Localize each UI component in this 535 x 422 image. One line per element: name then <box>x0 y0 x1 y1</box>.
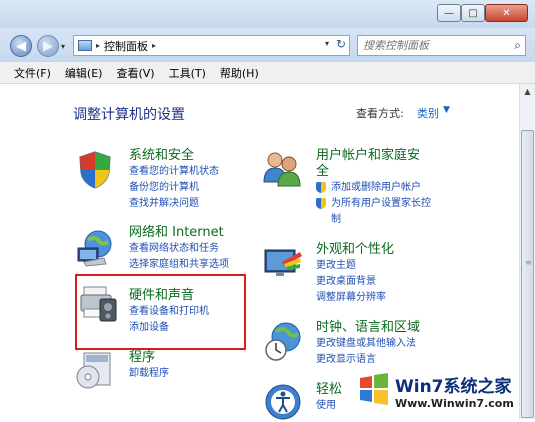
menu-view[interactable]: 查看(V) <box>116 65 154 81</box>
menu-file[interactable]: 文件(F) <box>14 65 51 81</box>
category-link[interactable]: 使用 <box>316 398 342 414</box>
address-bar[interactable]: ▸ 控制面板 ▸ ▾ ↻ <box>73 35 350 56</box>
address-row: ◀ ▶ ▾ ▸ 控制面板 ▸ ▾ ↻ ⌕ <box>0 28 535 62</box>
category-appearance: 外观和个性化 更改主题 更改桌面背景 调整屏幕分辨率 <box>316 242 394 306</box>
refresh-icon[interactable]: ↻ <box>336 37 346 51</box>
category-network-internet: 网络和 Internet 查看网络状态和任务 选择家庭组和共享选项 <box>129 225 229 273</box>
search-input[interactable] <box>358 36 503 55</box>
appearance-icon[interactable] <box>262 242 304 284</box>
category-link[interactable]: 查看网络状态和任务 <box>129 241 229 257</box>
ease-of-access-icon[interactable] <box>262 380 304 422</box>
watermark: Win7系统之家 Www.Winwin7.com <box>355 368 529 419</box>
forward-button[interactable]: ▶ <box>37 35 59 57</box>
menu-tools[interactable]: 工具(T) <box>169 65 206 81</box>
maximize-icon: □ <box>468 7 478 19</box>
menu-bar: 文件(F) 编辑(E) 查看(V) 工具(T) 帮助(H) <box>0 62 535 84</box>
network-internet-icon[interactable] <box>74 226 116 268</box>
category-link[interactable]: 更改显示语言 <box>316 352 420 368</box>
minimize-button[interactable]: — <box>437 4 461 22</box>
title-bar[interactable]: — □ ✕ <box>0 0 535 28</box>
category-title[interactable]: 网络和 Internet <box>129 225 229 241</box>
hardware-sound-highlight-box <box>75 274 246 350</box>
category-link[interactable]: 备份您的计算机 <box>129 180 219 196</box>
programs-icon[interactable] <box>74 349 116 391</box>
category-title[interactable]: 时钟、语言和区域 <box>316 320 420 336</box>
category-user-accounts: 用户帐户和家庭安 全 添加或删除用户帐户 为所有用户设置家长控 制 <box>316 148 431 228</box>
back-button[interactable]: ◀ <box>10 35 32 57</box>
category-link[interactable]: 更改主题 <box>316 258 394 274</box>
category-link[interactable]: 添加或删除用户帐户 <box>316 180 431 196</box>
menu-edit[interactable]: 编辑(E) <box>65 65 103 81</box>
category-title-cont[interactable]: 全 <box>316 164 431 180</box>
category-link[interactable]: 更改桌面背景 <box>316 274 394 290</box>
search-icon[interactable]: ⌕ <box>514 38 521 53</box>
menu-help[interactable]: 帮助(H) <box>220 65 259 81</box>
category-clock-language-region: 时钟、语言和区域 更改键盘或其他输入法 更改显示语言 <box>316 320 420 368</box>
search-box[interactable]: ⌕ <box>357 35 526 56</box>
category-ease-of-access: 轻松 使用 <box>316 382 342 414</box>
category-link[interactable]: 为所有用户设置家长控 <box>316 196 431 212</box>
scroll-up-icon[interactable]: ▲ <box>520 84 535 100</box>
category-link[interactable]: 卸载程序 <box>129 366 169 382</box>
category-title[interactable]: 系统和安全 <box>129 148 219 164</box>
user-accounts-icon[interactable] <box>261 148 303 190</box>
category-title[interactable]: 外观和个性化 <box>316 242 394 258</box>
watermark-text: Win7系统之家 <box>395 377 512 397</box>
close-icon: ✕ <box>502 7 511 19</box>
scrollbar-grip-icon: ≡ <box>525 258 532 267</box>
windows-logo-icon <box>360 373 388 405</box>
control-panel-window: — □ ✕ ◀ ▶ ▾ ▸ 控制面板 ▸ ▾ ↻ ⌕ 文件(F) 编辑(E) 查… <box>0 0 535 422</box>
category-programs: 程序 卸载程序 <box>129 350 169 382</box>
category-link[interactable]: 选择家庭组和共享选项 <box>129 257 229 273</box>
clock-language-region-icon[interactable] <box>262 320 304 362</box>
address-dropdown-icon[interactable]: ▾ <box>325 39 329 48</box>
category-link[interactable]: 查找并解决问题 <box>129 196 219 212</box>
category-link[interactable]: 更改键盘或其他输入法 <box>316 336 420 352</box>
category-link[interactable]: 查看您的计算机状态 <box>129 164 219 180</box>
breadcrumb-arrow-icon[interactable]: ▸ <box>152 41 156 50</box>
maximize-button[interactable]: □ <box>461 4 485 22</box>
close-button[interactable]: ✕ <box>485 4 528 22</box>
page-title: 调整计算机的设置 <box>73 107 185 123</box>
control-panel-icon <box>78 40 92 51</box>
category-title[interactable]: 程序 <box>129 350 169 366</box>
breadcrumb-arrow-icon[interactable]: ▸ <box>96 41 100 50</box>
category-link-cont[interactable]: 制 <box>316 212 431 228</box>
view-by-caret-icon[interactable]: ▼ <box>443 105 450 115</box>
view-by-label: 查看方式: <box>356 107 404 120</box>
category-system-security: 系统和安全 查看您的计算机状态 备份您的计算机 查找并解决问题 <box>129 148 219 212</box>
watermark-url: Www.Winwin7.com <box>395 397 514 410</box>
recent-pages-icon[interactable]: ▾ <box>61 42 65 51</box>
breadcrumb-control-panel[interactable]: 控制面板 <box>104 38 148 54</box>
view-by-dropdown[interactable]: 类别 <box>417 105 439 121</box>
minimize-icon: — <box>444 7 454 19</box>
category-title[interactable]: 轻松 <box>316 382 342 398</box>
forward-arrow-icon: ▶ <box>43 38 53 54</box>
category-title[interactable]: 用户帐户和家庭安 <box>316 148 431 164</box>
system-security-icon[interactable] <box>74 148 116 190</box>
category-link[interactable]: 调整屏幕分辨率 <box>316 290 394 306</box>
back-arrow-icon: ◀ <box>16 38 26 54</box>
